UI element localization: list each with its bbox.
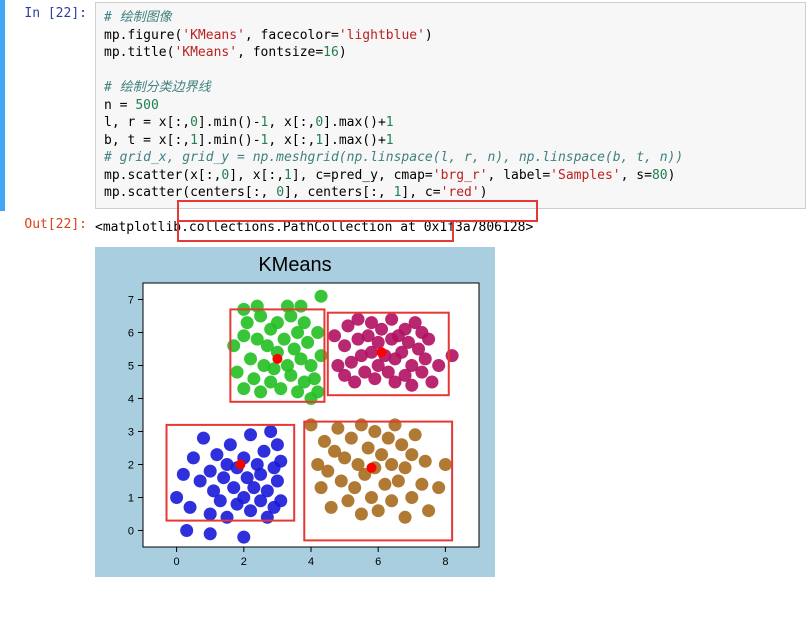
code: mp.title('KMeans', fontsize=16) xyxy=(104,45,347,60)
svg-text:1: 1 xyxy=(128,492,134,504)
svg-text:6: 6 xyxy=(128,327,134,339)
svg-text:3: 3 xyxy=(128,426,134,438)
input-cell: In [22]: # 绘制图像 mp.figure('KMeans', face… xyxy=(0,0,806,211)
in-prompt: In [22]: xyxy=(5,2,95,209)
comment: # 绘制分类边界线 xyxy=(104,80,211,95)
svg-text:2: 2 xyxy=(241,556,247,568)
out-prompt: Out[22]: xyxy=(5,213,95,588)
code: mp.scatter(x[:,0], x[:,1], c=pred_y, cma… xyxy=(104,168,675,183)
svg-text:0: 0 xyxy=(174,556,180,568)
svg-text:0: 0 xyxy=(128,525,134,537)
comment: # grid_x, grid_y = np.meshgrid(np.linspa… xyxy=(104,150,683,165)
code-editor[interactable]: # 绘制图像 mp.figure('KMeans', facecolor='li… xyxy=(95,2,806,209)
svg-text:KMeans: KMeans xyxy=(258,254,331,276)
output-cell: Out[22]: <matplotlib.collections.PathCol… xyxy=(0,211,806,590)
svg-text:6: 6 xyxy=(375,556,381,568)
chart-figure: KMeans 0 2 4 6 8 0 1 2 3 4 5 6 7 xyxy=(95,247,806,583)
kmeans-scatter: KMeans 0 2 4 6 8 0 1 2 3 4 5 6 7 xyxy=(95,247,495,577)
svg-text:5: 5 xyxy=(128,360,134,372)
code: n = 500 xyxy=(104,98,159,113)
code: mp.figure('KMeans', facecolor='lightblue… xyxy=(104,28,433,43)
svg-text:8: 8 xyxy=(442,556,448,568)
code: l, r = x[:,0].min()-1, x[:,0].max()+1 xyxy=(104,115,394,130)
svg-text:7: 7 xyxy=(128,294,134,306)
comment: # 绘制图像 xyxy=(104,10,172,25)
svg-text:4: 4 xyxy=(128,393,134,405)
code: b, t = x[:,1].min()-1, x[:,1].max()+1 xyxy=(104,133,394,148)
svg-text:2: 2 xyxy=(128,459,134,471)
code: mp.scatter(centers[:, 0], centers[:, 1],… xyxy=(104,185,488,200)
output-text: <matplotlib.collections.PathCollection a… xyxy=(95,219,806,237)
svg-text:4: 4 xyxy=(308,556,314,568)
output-area: <matplotlib.collections.PathCollection a… xyxy=(95,213,806,588)
